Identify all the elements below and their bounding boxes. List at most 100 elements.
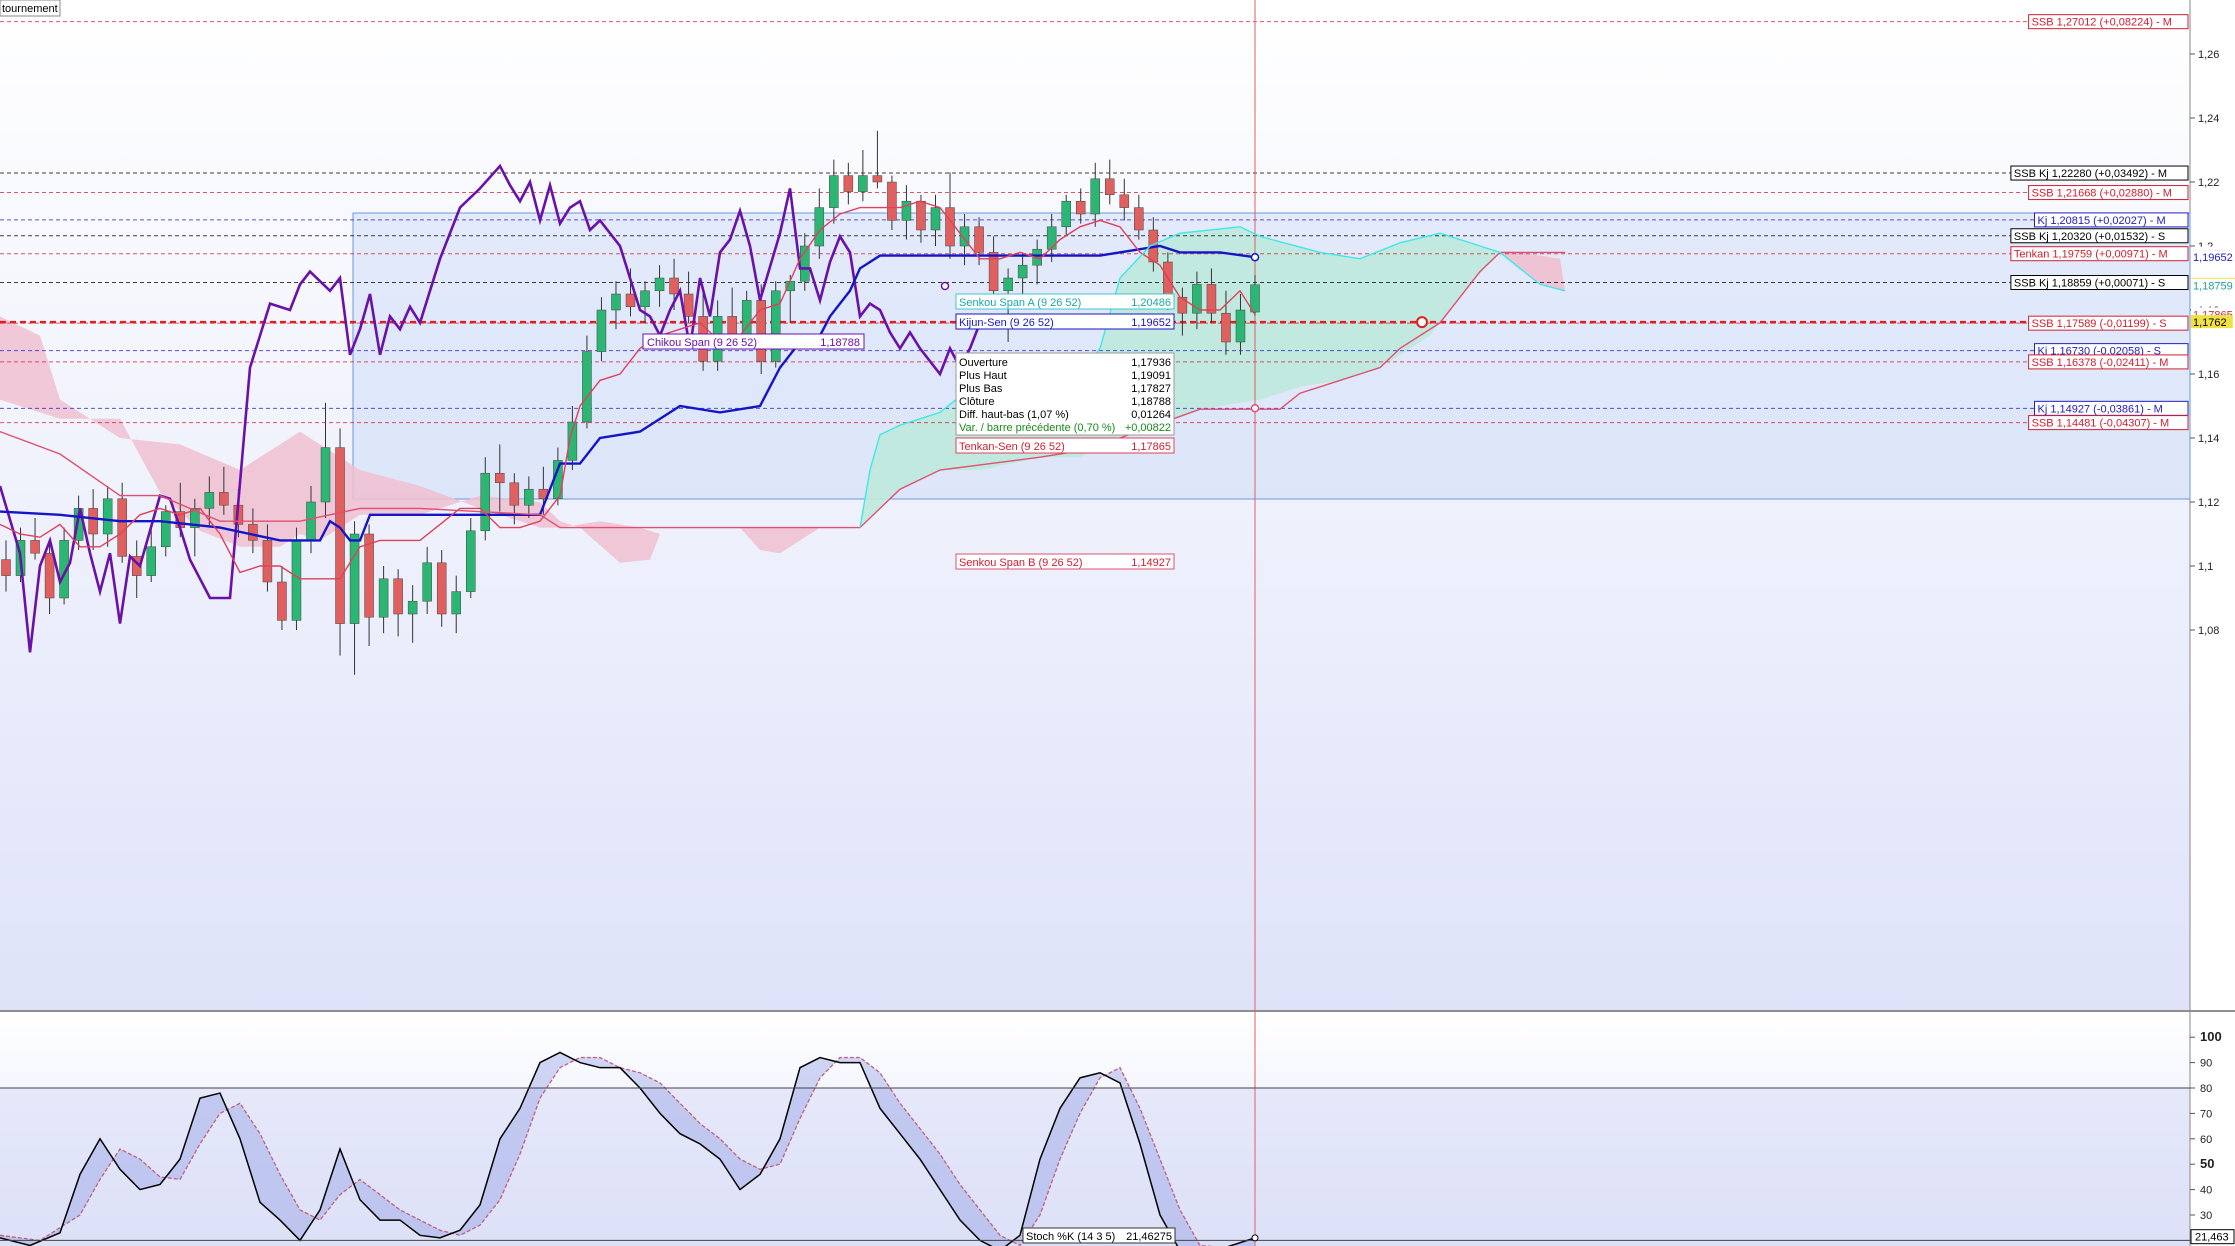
price-tick-label: 1,12 [2198, 497, 2219, 509]
bearish-candle [393, 578, 403, 615]
bullish-candle [741, 300, 752, 340]
price-tick-label: 1,16 [2198, 369, 2219, 381]
bullish-candle [930, 207, 941, 231]
level-label-text: SSB 1,14481 (-0,04307) - M [2032, 418, 2170, 430]
bearish-candle [335, 447, 345, 624]
level-label-text: SSB 1,17589 (-0,01199) - S [2032, 318, 2167, 330]
level-label-text: Tenkan 1,19759 (+0,00971) - M [2014, 249, 2168, 261]
ohlc-tooltip: Ouverture 1,17936 Plus Haut 1,19091 Plus… [955, 352, 1175, 436]
chikou-tag-value: 1,18788 [820, 337, 860, 349]
bearish-candle [1, 559, 11, 576]
ohlc-var-label: Var. / barre précédente (0,70 %) [959, 422, 1115, 434]
bullish-candle [1061, 200, 1071, 228]
ssa-tag[interactable]: Senkou Span A (9 26 52) 1,20486 [955, 293, 1175, 310]
bearish-candle [843, 175, 854, 192]
bullish-candle [102, 498, 113, 535]
price-tick-label: 1,24 [2198, 113, 2219, 125]
kijun-tag-name: Kijun-Sen (9 26 52) [959, 317, 1054, 329]
ohlc-close-value: 1,18788 [1131, 396, 1171, 408]
tenkan-tag-value: 1,17865 [1131, 441, 1171, 453]
bearish-candle [1206, 284, 1217, 314]
bullish-candle [1003, 277, 1013, 292]
bullish-candle [422, 562, 432, 602]
ssb-tag[interactable]: Senkou Span B (9 26 52) 1,14927 [955, 553, 1175, 570]
bearish-candle [683, 293, 694, 317]
level-label-text: SSB 1,27012 (+0,08224) - M [2032, 17, 2172, 29]
ohlc-var-value: +0,00822 [1125, 422, 1171, 434]
price-marker-label: 1,1762 [2193, 317, 2227, 329]
stoch-cursor-point [1251, 1234, 1259, 1242]
bearish-candle [887, 181, 897, 221]
bullish-candle [407, 600, 418, 615]
corner-label-text: tournement [2, 3, 58, 15]
bullish-candle [146, 546, 156, 576]
level-label-text: SSB 1,16378 (-0,02411) - M [2032, 357, 2169, 369]
bearish-candle [974, 226, 984, 253]
stoch-tick-label: 80 [2200, 1083, 2212, 1095]
bearish-candle [30, 540, 40, 554]
bearish-candle [44, 552, 55, 599]
bullish-candle [1192, 284, 1202, 314]
stoch-tick-label: 100 [2200, 1029, 2222, 1044]
ohlc-open-value: 1,17936 [1131, 357, 1171, 369]
bearish-candle [916, 200, 926, 231]
price-marker-label: 1,18759 [2193, 281, 2233, 293]
bullish-candle [654, 277, 665, 292]
trading-chart[interactable]: 1,261,241,221,21,181,161,141,121,11,081,… [0, 0, 2235, 1246]
bullish-candle [858, 175, 868, 192]
kijun-cursor-point [1250, 252, 1260, 262]
price-tick-label: 1,08 [2198, 625, 2219, 637]
bullish-candle [451, 591, 461, 615]
bullish-candle [306, 501, 316, 541]
bullish-candle [640, 290, 650, 308]
bullish-candle [1250, 284, 1260, 313]
bullish-candle [611, 293, 621, 311]
bearish-candle [509, 482, 520, 506]
bullish-candle [204, 492, 215, 509]
bullish-candle [349, 533, 360, 624]
bearish-candle [1134, 207, 1144, 231]
price-tick-label: 1,14 [2198, 433, 2219, 445]
bearish-candle [495, 472, 505, 484]
corner-label[interactable]: tournement [0, 0, 61, 17]
bullish-candle [465, 530, 476, 592]
level-label-text: SSB Kj 1,22280 (+0,03492) - M [2014, 168, 2167, 180]
tenkan-tag-name: Tenkan-Sen (9 26 52) [959, 441, 1065, 453]
bearish-candle [219, 492, 229, 506]
ohlc-open-label: Ouverture [959, 357, 1008, 369]
bearish-candle [1221, 312, 1231, 343]
bearish-candle [248, 524, 258, 541]
bullish-candle [1017, 264, 1028, 279]
ssa-tag-value: 1,20486 [1131, 297, 1171, 309]
stoch-tick-label: 30 [2200, 1210, 2212, 1222]
bearish-candle [945, 207, 955, 247]
ohlc-high-value: 1,19091 [1131, 370, 1171, 382]
level-label-text: SSB Kj 1,18859 (+0,00071) - S [2014, 278, 2165, 290]
bullish-candle [291, 540, 302, 621]
ohlc-low-label: Plus Bas [959, 383, 1003, 395]
bearish-candle [625, 293, 636, 308]
ohlc-high-label: Plus Haut [959, 370, 1007, 382]
level-label-text: Kj 1,14927 (-0,03861) - M [2038, 403, 2163, 415]
stoch-tick-label: 40 [2200, 1185, 2212, 1197]
bearish-candle [88, 508, 98, 535]
bearish-candle [1119, 194, 1130, 208]
bearish-candle [1177, 296, 1188, 314]
ohlc-low-value: 1,17827 [1131, 383, 1171, 395]
ssb-tag-name: Senkou Span B (9 26 52) [959, 557, 1083, 569]
chikou-tag[interactable]: Chikou Span (9 26 52) 1,18788 [642, 333, 865, 350]
bearish-candle [277, 581, 287, 621]
level-label-text: SSB Kj 1,20320 (+0,01532) - S [2014, 231, 2165, 243]
stoch-tag[interactable]: Stoch %K (14 3 5) 21,46275 [1022, 1227, 1176, 1244]
stoch-tag-name: Stoch %K (14 3 5) [1026, 1231, 1115, 1243]
bearish-candle [117, 498, 127, 557]
tenkan-tag[interactable]: Tenkan-Sen (9 26 52) 1,17865 [955, 437, 1175, 454]
bullish-candle [596, 309, 607, 352]
bullish-candle [378, 578, 389, 618]
bullish-candle [524, 488, 534, 506]
chikou-tag-name: Chikou Span (9 26 52) [647, 337, 757, 349]
chikou-cursor-point [940, 281, 950, 291]
bullish-candle [320, 447, 331, 503]
bullish-candle [770, 290, 781, 362]
kijun-tag[interactable]: Kijun-Sen (9 26 52) 1,19652 [955, 313, 1175, 330]
